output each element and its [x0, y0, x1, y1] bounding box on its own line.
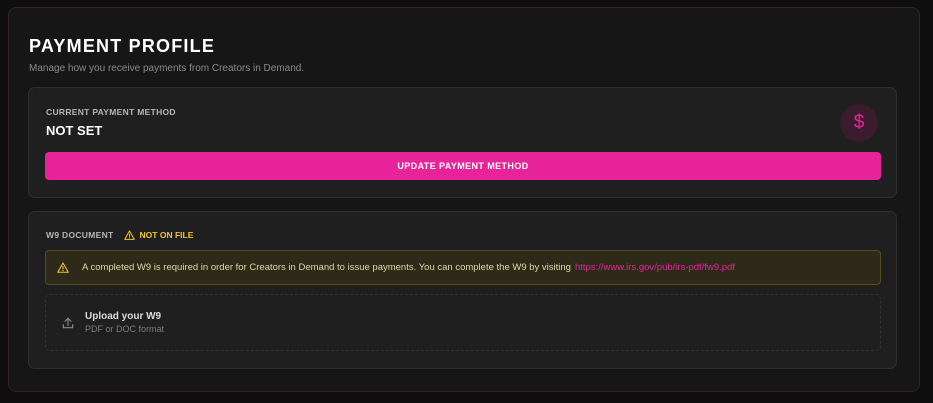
- upload-subtitle: PDF or DOC format: [85, 324, 165, 334]
- w9-required-alert: A completed W9 is required in order for …: [45, 250, 881, 285]
- alert-text: A completed W9 is required in order for …: [82, 262, 571, 273]
- dollar-icon: $: [840, 104, 878, 142]
- payment-method-card: CURRENT PAYMENT METHOD NOT SET $ UPDATE …: [28, 87, 897, 198]
- dollar-icon-glyph: $: [853, 112, 865, 133]
- page-subtitle: Manage how you receive payments from Cre…: [29, 63, 305, 74]
- w9-status-text: NOT ON FILE: [139, 230, 194, 240]
- w9-document-label: W9 DOCUMENT: [46, 230, 114, 240]
- payment-profile-panel: PAYMENT PROFILE Manage how you receive p…: [8, 7, 920, 392]
- payment-method-value: NOT SET: [46, 123, 103, 138]
- irs-w9-link[interactable]: https://www.irs.gov/pub/irs-pdf/fw9.pdf: [575, 262, 735, 273]
- page-title: PAYMENT PROFILE: [29, 36, 216, 56]
- w9-document-card: W9 DOCUMENT NOT ON FILE A completed W9 i…: [28, 211, 897, 369]
- w9-upload-dropzone[interactable]: Upload your W9 PDF or DOC format: [45, 294, 881, 351]
- upload-icon: [61, 316, 75, 330]
- update-payment-method-button[interactable]: UPDATE PAYMENT METHOD: [45, 152, 881, 180]
- payment-method-label: CURRENT PAYMENT METHOD: [46, 107, 176, 117]
- upload-text-group: Upload your W9 PDF or DOC format: [85, 311, 164, 334]
- alert-warning-icon: [57, 262, 69, 273]
- w9-header: W9 DOCUMENT NOT ON FILE: [46, 230, 193, 240]
- upload-title: Upload your W9: [85, 311, 162, 322]
- warning-icon: [123, 230, 135, 240]
- w9-status-badge: NOT ON FILE: [123, 230, 194, 240]
